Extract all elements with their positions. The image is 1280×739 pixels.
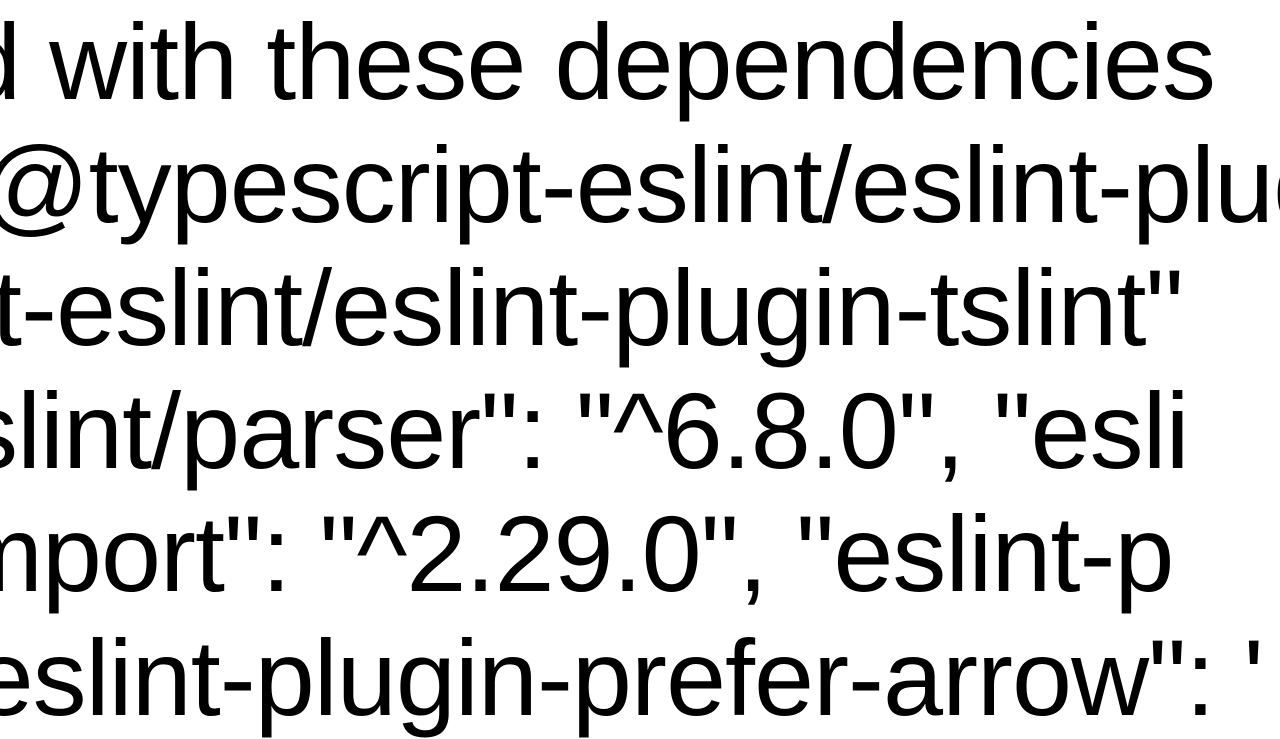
text-line-5: -import": "^2.29.0", "eslint-p [0,492,1280,615]
text-line-1: ed with these dependencies [0,0,1280,123]
document-text: ed with these dependencies @typescript-e… [0,0,1280,739]
text-line-4: eslint/parser": "^6.8.0", "esli [0,369,1280,492]
text-line-3: ript-eslint/eslint-plugin-tslint" [0,246,1280,369]
text-line-2: @typescript-eslint/eslint-plug [0,123,1280,246]
text-line-6: 'eslint-plugin-prefer-arrow": ' [0,616,1280,739]
